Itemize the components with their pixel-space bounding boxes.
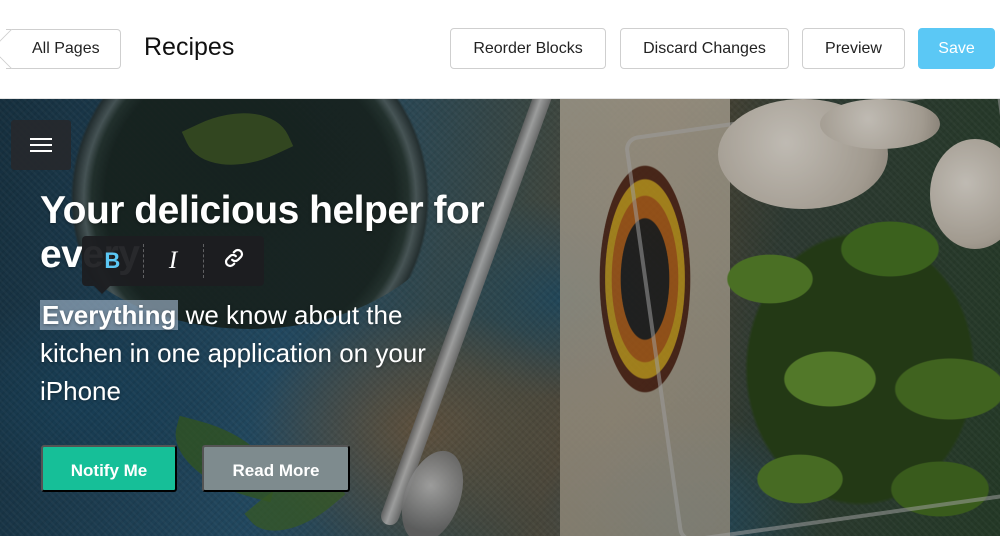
notify-me-button[interactable]: Notify Me bbox=[41, 445, 177, 492]
selected-text[interactable]: Everything bbox=[40, 300, 179, 330]
all-pages-button[interactable]: All Pages bbox=[6, 29, 121, 69]
preview-button[interactable]: Preview bbox=[802, 28, 905, 69]
text-format-toolbar: B I bbox=[82, 236, 264, 294]
reorder-blocks-button[interactable]: Reorder Blocks bbox=[450, 28, 606, 69]
page-title: Recipes bbox=[144, 33, 235, 61]
editor-toolbar: All Pages Recipes Reorder Blocks Discard… bbox=[0, 0, 1000, 99]
back-nav: All Pages bbox=[6, 29, 121, 69]
link-icon bbox=[223, 247, 245, 275]
italic-icon: I bbox=[168, 247, 178, 274]
save-button[interactable]: Save bbox=[918, 28, 995, 69]
italic-button[interactable]: I bbox=[142, 236, 204, 286]
bold-icon: B bbox=[104, 248, 121, 273]
read-more-button[interactable]: Read More bbox=[202, 445, 350, 492]
block-menu-button[interactable] bbox=[11, 120, 71, 170]
discard-changes-button[interactable]: Discard Changes bbox=[620, 28, 789, 69]
all-pages-label: All Pages bbox=[32, 40, 100, 57]
bold-button[interactable]: B bbox=[82, 236, 143, 286]
link-button[interactable] bbox=[203, 236, 264, 286]
hero-subcopy[interactable]: Everything we know about the kitchen in … bbox=[40, 296, 480, 410]
